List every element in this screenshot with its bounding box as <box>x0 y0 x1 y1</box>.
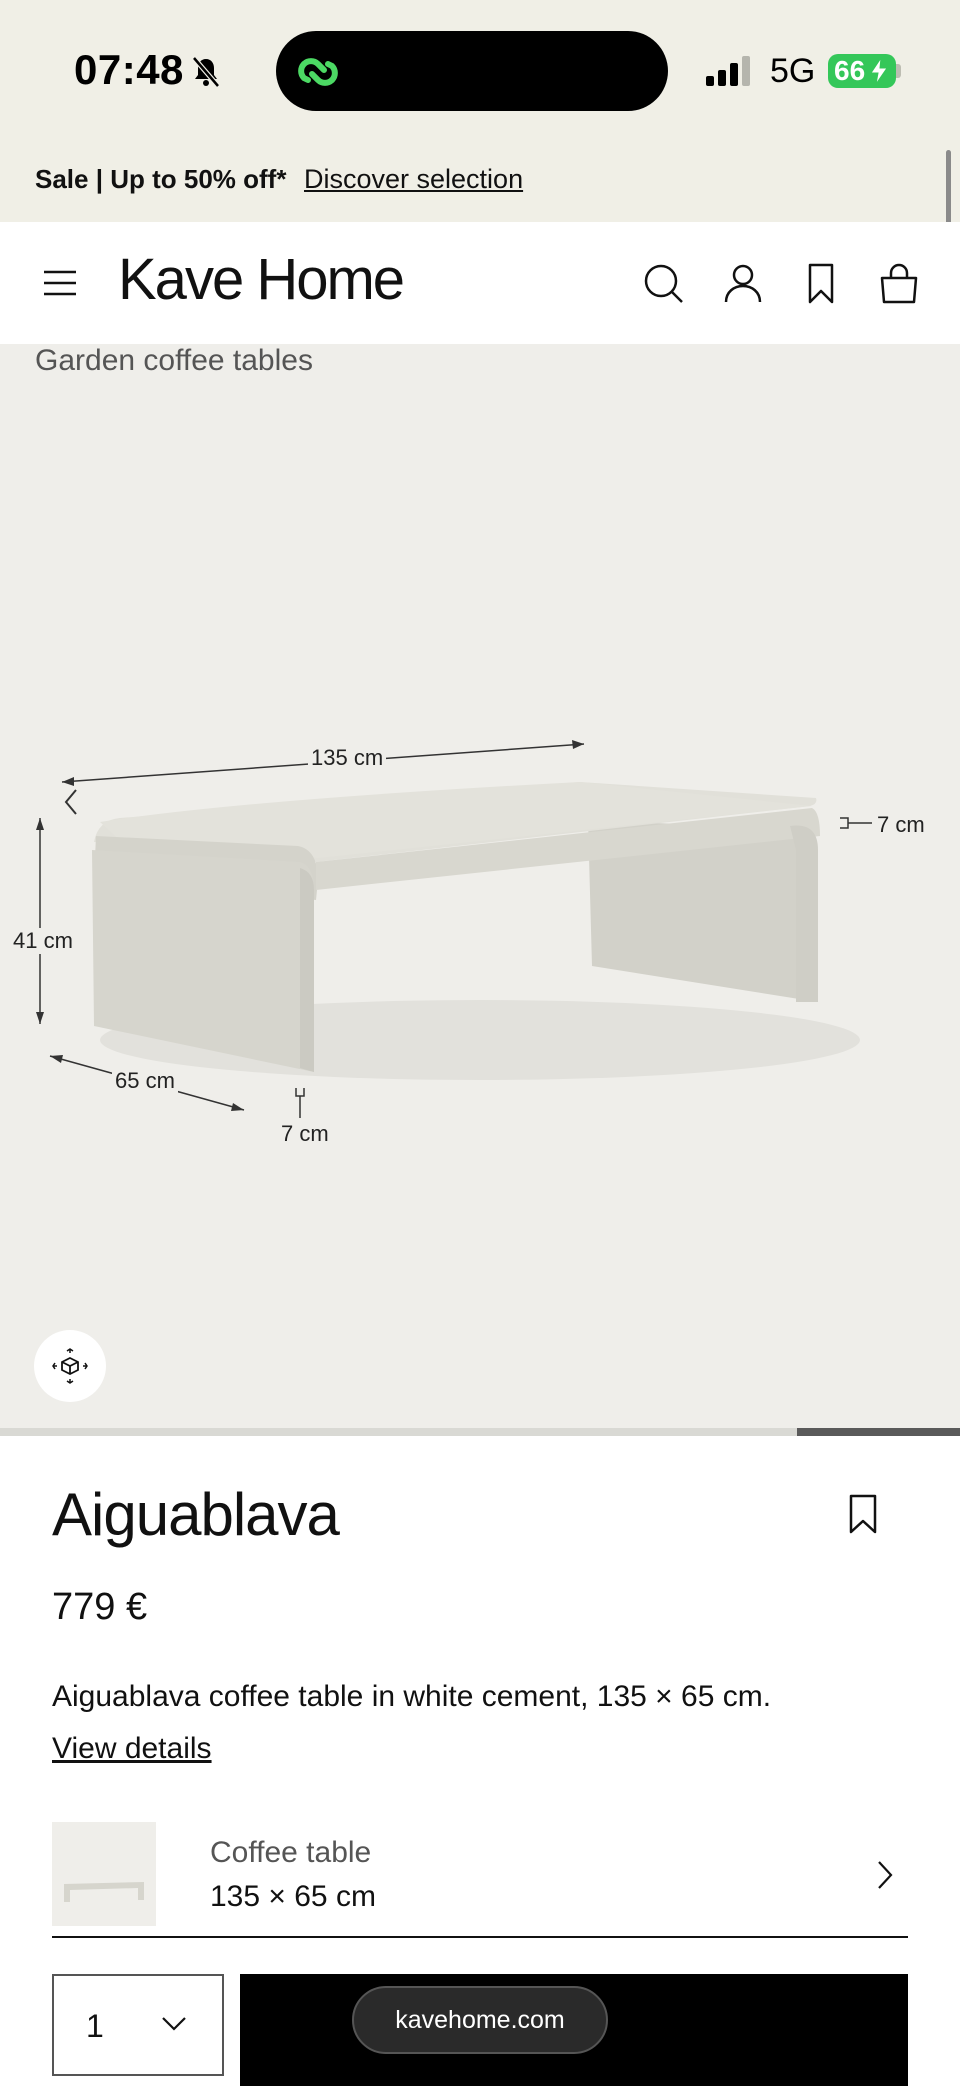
brand-logo[interactable]: Kave Home <box>118 246 405 313</box>
account-icon[interactable] <box>722 262 764 304</box>
menu-icon[interactable] <box>42 268 78 298</box>
dimension-thickness-side: 7 cm <box>874 812 928 838</box>
gallery-progress-fill <box>797 1428 960 1436</box>
signal-icon <box>706 56 750 86</box>
promo-text: Sale | Up to 50% off* <box>35 164 287 194</box>
app-link-icon <box>298 58 338 86</box>
bookmark-icon[interactable] <box>800 262 842 304</box>
quantity-select[interactable] <box>52 1974 224 2076</box>
gallery-previous-icon[interactable] <box>56 784 86 820</box>
product-description: Aiguablava coffee table in white cement,… <box>52 1680 772 1713</box>
battery-charging-icon <box>870 58 888 84</box>
discover-selection-link[interactable]: Discover selection <box>304 164 523 195</box>
quantity-value: 1 <box>86 2008 104 2044</box>
browser-url: kavehome.com <box>395 2005 565 2034</box>
search-icon[interactable] <box>642 262 684 304</box>
dimension-height: 41 cm <box>10 928 76 954</box>
bell-slash-icon <box>192 56 220 88</box>
product-image <box>36 740 872 1118</box>
network-type: 5G <box>770 52 816 90</box>
chevron-right-icon[interactable] <box>874 1858 896 1892</box>
save-product-icon[interactable] <box>848 1494 878 1534</box>
view-details-link[interactable]: View details <box>52 1732 212 1766</box>
variant-thumbnail <box>52 1822 156 1926</box>
variant-size: 135 × 65 cm <box>210 1880 376 1913</box>
bag-icon[interactable] <box>878 262 920 304</box>
dimension-thickness-bottom: 7 cm <box>278 1121 332 1147</box>
product-page: { "status_bar": { "time": "07:48", "netw… <box>0 0 960 2086</box>
browser-url-pill[interactable]: kavehome.com <box>352 1986 608 2054</box>
status-time: 07:48 <box>74 46 184 93</box>
dimension-depth: 65 cm <box>112 1068 178 1094</box>
variant-selector[interactable] <box>52 1822 908 1938</box>
battery-cap <box>896 64 901 78</box>
battery-level: 66 <box>834 55 866 86</box>
chevron-down-icon[interactable] <box>160 2014 188 2034</box>
variant-thumbnail-image <box>64 1882 144 1902</box>
3d-view-icon <box>52 1348 88 1384</box>
product-price: 779 € <box>52 1586 148 1628</box>
product-title: Aiguablava <box>52 1481 340 1548</box>
dimension-width: 135 cm <box>308 745 387 771</box>
variant-label: Coffee table <box>210 1836 372 1869</box>
